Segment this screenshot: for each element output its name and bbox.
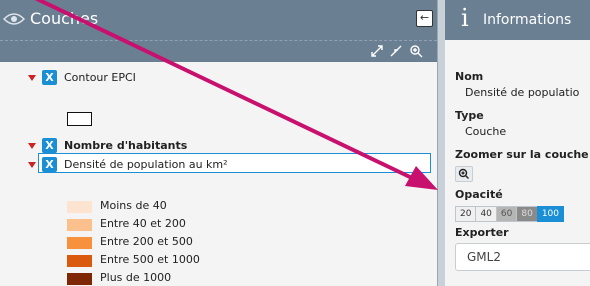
- arrow-left-icon: ←: [419, 11, 430, 24]
- collapse-panel-button[interactable]: ←: [416, 10, 433, 27]
- opacity-option-60[interactable]: 60: [495, 206, 518, 222]
- opacity-option-100[interactable]: 100: [536, 206, 564, 222]
- expand-triangle-icon[interactable]: [28, 75, 36, 81]
- layer-name: Nombre d'habitants: [64, 139, 188, 152]
- export-format-value: GML2: [467, 250, 501, 264]
- legend-label: Moins de 40: [100, 199, 167, 212]
- legend-label: Entre 500 et 1000: [100, 253, 200, 266]
- layers-panel: Couches ← X Contour EPCI X Nombre d'habi…: [0, 0, 437, 286]
- info-icon: i: [461, 4, 469, 32]
- panel-splitter[interactable]: [437, 0, 445, 286]
- nom-value: Densité de populatio: [465, 86, 580, 99]
- opacity-label: Opacité: [455, 188, 503, 201]
- info-panel: i Informations Nom Densité de populatio …: [445, 0, 590, 286]
- opacity-selector: 20 40 60 80 100: [455, 206, 564, 222]
- zoom-icon[interactable]: [409, 44, 423, 58]
- legend-label: Entre 200 et 500: [100, 235, 193, 248]
- legend-swatch: [67, 273, 92, 285]
- opacity-option-40[interactable]: 40: [475, 206, 497, 222]
- legend-label: Plus de 1000: [100, 271, 172, 284]
- info-panel-header: i Informations: [445, 0, 590, 40]
- opacity-option-80[interactable]: 80: [516, 206, 538, 222]
- export-format-select[interactable]: GML2: [455, 243, 590, 271]
- layers-panel-header: Couches ←: [0, 0, 437, 40]
- expand-icon[interactable]: [370, 44, 384, 58]
- layer-name: Contour EPCI: [64, 71, 136, 84]
- polygon-legend-symbol: [67, 112, 92, 126]
- nom-label: Nom: [455, 70, 484, 83]
- layer-checkbox[interactable]: X: [42, 138, 57, 153]
- legend-swatch: [67, 255, 92, 267]
- layers-eye-icon: [3, 13, 25, 25]
- zoom-layer-label: Zoomer sur la couche: [455, 148, 589, 161]
- opacity-option-20[interactable]: 20: [455, 206, 477, 222]
- layer-row-densite-population[interactable]: X Densité de population au km²: [0, 154, 437, 176]
- layers-panel-title: Couches: [30, 9, 99, 28]
- layer-checkbox[interactable]: X: [42, 70, 57, 85]
- export-label: Exporter: [455, 226, 509, 239]
- legend-swatch: [67, 219, 92, 231]
- legend-swatch: [67, 237, 92, 249]
- expand-triangle-icon[interactable]: [28, 162, 36, 168]
- legend-label: Entre 40 et 200: [100, 217, 186, 230]
- zoom-to-layer-button[interactable]: [455, 166, 473, 182]
- info-panel-title: Informations: [483, 12, 572, 28]
- type-value: Couche: [465, 125, 507, 138]
- type-label: Type: [455, 109, 484, 122]
- expand-triangle-icon[interactable]: [28, 143, 36, 149]
- layer-row-contour-epci[interactable]: X Contour EPCI: [0, 67, 437, 89]
- legend-swatch: [67, 201, 92, 213]
- zoom-in-icon: [458, 168, 469, 179]
- layer-name: Densité de population au km²: [64, 158, 228, 171]
- layer-checkbox[interactable]: X: [42, 157, 57, 172]
- collapse-arrows-icon[interactable]: [389, 44, 403, 58]
